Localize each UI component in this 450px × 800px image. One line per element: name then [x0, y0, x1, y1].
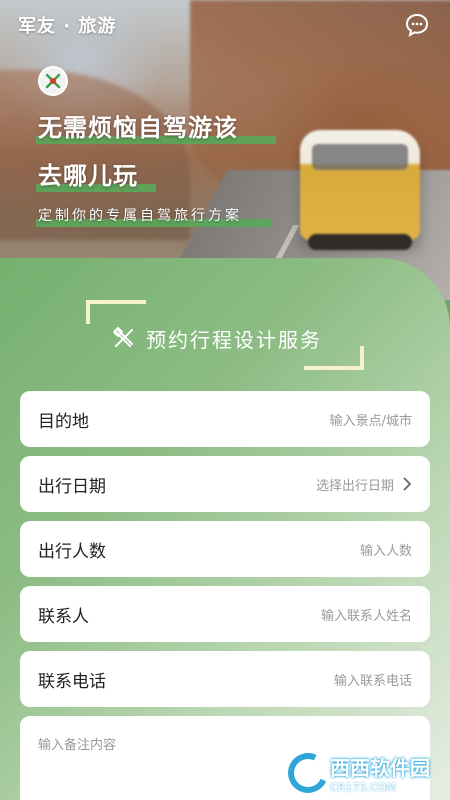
chevron-right-icon: [403, 477, 412, 491]
headline-line-1: 无需烦恼自驾游该: [38, 114, 238, 142]
design-tool-icon: [113, 327, 133, 347]
notes-placeholder: 输入备注内容: [38, 738, 117, 753]
contact-phone-placeholder: 输入联系电话: [333, 673, 412, 689]
chat-bubble-icon: [405, 13, 429, 38]
traveler-count-placeholder: 输入人数: [359, 543, 412, 559]
brand-logo-icon: [45, 73, 61, 89]
travel-date-select: 选择出行日期: [316, 475, 412, 494]
section-title: 预约行程设计服务: [112, 322, 322, 354]
watermark-text: 西西软件园: [330, 756, 430, 780]
hero-subline: 定制你的专属自驾旅行方案: [38, 208, 242, 224]
section-title-text: 预约行程设计服务: [146, 327, 322, 352]
title-bracket-left: [86, 300, 146, 324]
brand-logo: [38, 66, 68, 96]
travel-date-placeholder: 选择出行日期: [315, 478, 394, 494]
travel-date-label: 出行日期: [38, 476, 106, 497]
hero-banner: [0, 0, 450, 300]
destination-placeholder: 输入景点/城市: [329, 413, 412, 429]
headline-line-2: 去哪儿玩: [38, 162, 138, 190]
traveler-count-label: 出行人数: [38, 541, 106, 562]
app-brand-title: 军友 · 旅游: [18, 16, 117, 37]
destination-label: 目的地: [38, 411, 89, 432]
watermark-logo-icon: [282, 747, 334, 799]
travel-date-field[interactable]: 出行日期 选择出行日期: [20, 456, 430, 512]
contact-name-label: 联系人: [38, 606, 89, 627]
van-image: [300, 130, 420, 250]
contact-phone-field[interactable]: 联系电话 输入联系电话: [20, 651, 430, 707]
watermark: 西西软件园 CR173.COM: [282, 747, 430, 799]
chat-button[interactable]: [404, 12, 430, 38]
destination-field[interactable]: 目的地 输入景点/城市: [20, 391, 430, 447]
watermark-text-group: 西西软件园 CR173.COM: [330, 752, 430, 794]
watermark-sub: CR173.COM: [330, 781, 396, 794]
contact-phone-label: 联系电话: [38, 671, 106, 692]
traveler-count-field[interactable]: 出行人数 输入人数: [20, 521, 430, 577]
contact-name-field[interactable]: 联系人 输入联系人姓名: [20, 586, 430, 642]
contact-name-placeholder: 输入联系人姓名: [320, 608, 412, 624]
